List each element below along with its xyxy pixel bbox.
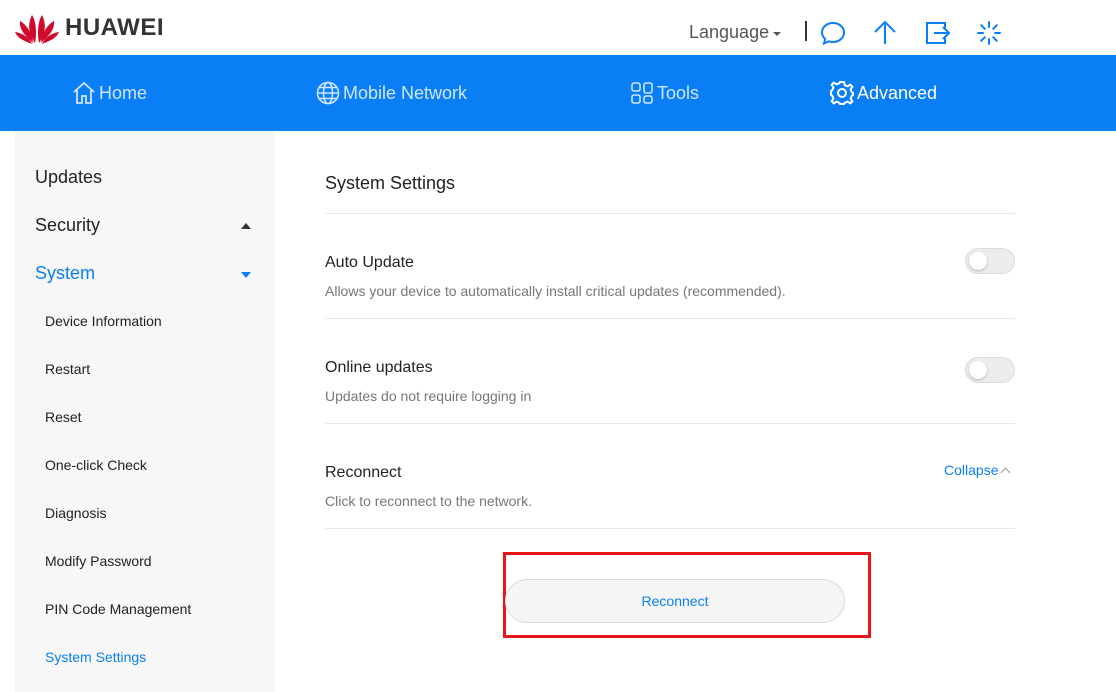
divider	[325, 528, 1015, 529]
reconnect-button[interactable]: Reconnect	[505, 579, 845, 623]
huawei-petal-icon	[15, 15, 59, 44]
nav-mobile-network-label: Mobile Network	[343, 82, 468, 103]
gear-icon	[830, 81, 854, 105]
divider	[325, 423, 1015, 424]
nav-home[interactable]: Home	[71, 79, 147, 107]
tools-grid-icon	[631, 82, 653, 104]
nav-advanced[interactable]: Advanced	[829, 79, 937, 107]
auto-update-title: Auto Update	[325, 254, 414, 271]
online-updates-toggle[interactable]	[965, 357, 1015, 383]
nav-home-label: Home	[99, 82, 148, 103]
toggle-knob	[969, 361, 987, 379]
sidebar-item-modify-password[interactable]: Modify Password	[45, 553, 152, 569]
loading-icon	[977, 21, 1001, 45]
nav-tools[interactable]: Tools	[630, 79, 699, 107]
header-divider	[805, 21, 807, 41]
globe-icon	[316, 81, 340, 105]
upload-arrow-icon[interactable]	[871, 19, 899, 47]
caret-down-icon	[773, 32, 782, 36]
sidebar-item-diagnosis[interactable]: Diagnosis	[45, 505, 106, 521]
collapse-link[interactable]: Collapse	[944, 462, 1011, 478]
sidebar: Updates Security System Device Informati…	[15, 131, 275, 692]
toggle-knob	[969, 252, 987, 270]
main-nav: Home Mobile Network Tools Advanced	[0, 55, 1116, 131]
huawei-logo[interactable]: HUAWEI	[15, 11, 164, 45]
language-label: Language	[689, 22, 770, 42]
auto-update-toggle[interactable]	[965, 248, 1015, 274]
sidebar-item-pin-code-management[interactable]: PIN Code Management	[45, 601, 191, 617]
sidebar-item-device-information[interactable]: Device Information	[45, 313, 162, 329]
logout-icon[interactable]	[923, 19, 951, 47]
auto-update-description: Allows your device to automatically inst…	[325, 283, 786, 299]
nav-mobile-network[interactable]: Mobile Network	[315, 79, 467, 107]
sidebar-item-system-settings[interactable]: System Settings	[45, 649, 146, 665]
home-icon	[73, 81, 95, 104]
nav-advanced-label: Advanced	[857, 82, 938, 103]
caret-down-icon[interactable]	[241, 272, 251, 278]
caret-up-icon[interactable]	[241, 223, 251, 229]
divider	[325, 213, 1015, 214]
top-header: HUAWEI Language	[0, 0, 1116, 55]
reconnect-description: Click to reconnect to the network.	[325, 493, 532, 509]
sidebar-item-security[interactable]: Security	[35, 215, 100, 236]
collapse-label: Collapse	[944, 462, 999, 478]
sidebar-item-restart[interactable]: Restart	[45, 361, 90, 377]
brand-name: HUAWEI	[65, 14, 164, 41]
divider	[325, 318, 1015, 319]
sidebar-item-updates[interactable]: Updates	[35, 167, 102, 188]
language-dropdown[interactable]: Language	[689, 22, 782, 43]
online-updates-description: Updates do not require logging in	[325, 388, 532, 404]
nav-tools-label: Tools	[657, 82, 700, 103]
sidebar-item-reset[interactable]: Reset	[45, 409, 82, 425]
message-icon[interactable]	[819, 19, 847, 47]
reconnect-title: Reconnect	[325, 464, 402, 481]
page-title: System Settings	[325, 173, 456, 193]
sidebar-item-system[interactable]: System	[35, 263, 95, 284]
online-updates-title: Online updates	[325, 359, 433, 376]
chevron-up-icon	[1001, 467, 1011, 477]
sidebar-item-one-click-check[interactable]: One-click Check	[45, 457, 147, 473]
